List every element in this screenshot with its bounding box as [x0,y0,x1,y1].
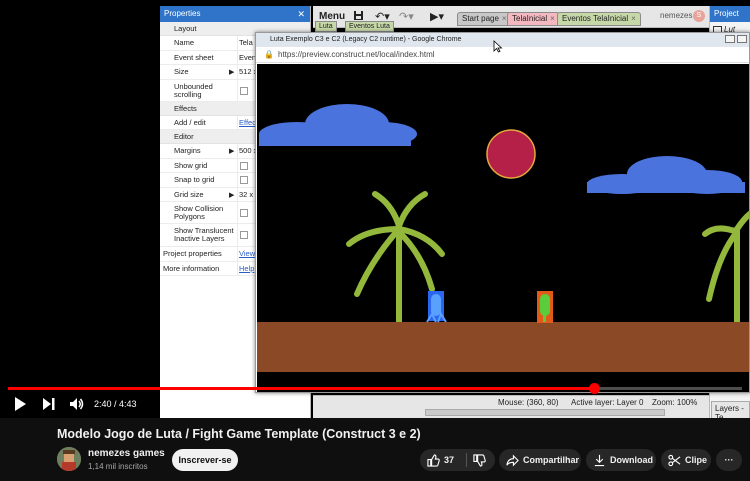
lock-icon: 🔒 [264,50,274,59]
expand-icon[interactable]: ▶ [229,191,234,199]
checkbox[interactable] [240,176,248,184]
prop-label: Size [174,67,189,76]
mouse-cursor-icon [493,40,503,53]
properties-header: Properties ✕ [160,6,310,22]
redo-icon[interactable]: ↷▾ [399,10,414,23]
close-icon[interactable]: × [631,14,636,23]
prop-label: Event sheet [174,52,214,62]
volume-button[interactable] [69,396,85,414]
video-player[interactable]: Menu ↶▾ ↷▾ ▶▾ Start page × TelaInicial × E… [0,0,750,418]
skip-next-icon [43,398,55,410]
prop-label: Show grid [174,160,208,170]
clip-button[interactable]: Clipe [661,449,711,471]
like-count: 37 [444,455,455,465]
expand-icon[interactable]: ▶ [229,68,234,76]
avatar-image [57,447,81,471]
game-scene [257,104,749,372]
time-display: 2:40 / 4:43 [94,399,137,409]
editor-statusbar: Mouse: (360, 80) Active layer: Layer 0 Z… [313,395,709,418]
horizontal-scrollbar[interactable] [425,409,665,416]
palm-tree-right [702,210,749,332]
tab-eventos-telainicial[interactable]: Eventos TelaInicial × [557,12,641,26]
project-header: Project [710,6,750,22]
next-button[interactable] [42,396,56,414]
url-text: https://preview.construct.net/local/inde… [278,50,435,59]
progress-bar[interactable] [8,383,742,394]
video-title: Modelo Jogo de Luta / Fight Game Templat… [57,427,421,441]
prop-label: Snap to grid [174,175,215,184]
expand-icon[interactable]: ▶ [229,147,234,155]
active-layer: Active layer: Layer 0 [571,398,644,407]
youtube-watch-page: Menu ↶▾ ↷▾ ▶▾ Start page × TelaInicial × E… [0,0,750,481]
tab-start-page[interactable]: Start page × [457,12,512,26]
thumbs-up-icon [427,454,440,467]
prop-label: Project properties [163,249,222,258]
tab-telainicial[interactable]: TelaInicial × [507,12,560,26]
share-label: Compartilhar [523,455,580,465]
fighter-green [537,291,553,323]
properties-title: Properties [164,9,201,18]
zoom-level: Zoom: 100% [652,398,698,407]
game-canvas[interactable] [257,64,749,392]
prop-label: Margins [174,146,201,155]
subscribe-button[interactable]: Inscrever-se [172,449,238,471]
checkbox[interactable] [240,231,248,239]
tab-label: Eventos TelaInicial [562,14,629,23]
like-button[interactable]: 37 [420,449,462,471]
download-label: Download [610,455,653,465]
scissors-icon [668,454,681,467]
dislike-button[interactable] [467,449,495,471]
chrome-preview-window[interactable]: Luta Exemplo C3 e C2 (Legacy C2 runtime)… [255,32,750,393]
progress-played [8,387,594,390]
tab-label: TelaInicial [512,14,548,23]
download-button[interactable]: Download [586,449,656,471]
close-icon[interactable]: × [502,14,507,23]
preview-play-icon[interactable]: ▶▾ [430,10,444,23]
user-avatar[interactable]: S [693,10,705,22]
thumbs-down-icon [473,454,486,467]
more-icon: ··· [724,455,734,465]
prop-label: Add / edit [174,117,206,127]
prop-label: Unbounded scrolling [174,81,213,99]
close-icon[interactable]: ✕ [297,6,305,22]
download-icon [594,454,605,467]
prop-label: Name [174,38,195,47]
subscriber-count: 1,14 mil inscritos [88,462,148,471]
cloud-left [259,104,417,146]
subtab-eventos-luta[interactable]: Eventos Luta [345,21,394,32]
channel-avatar[interactable] [57,447,81,471]
play-icon [15,397,26,411]
prop-label: Grid size [174,189,204,199]
layers-tab[interactable]: Layers - Te [711,401,750,418]
tab-label: Start page [462,14,499,23]
sun [486,129,536,179]
cloud-right [587,156,745,194]
close-icon[interactable]: × [550,14,555,23]
fighter-blue [426,291,447,323]
share-button[interactable]: Compartilhar [499,449,581,471]
ground [257,322,749,372]
maximize-icon[interactable] [737,35,747,43]
checkbox[interactable] [240,86,248,95]
subtab-luta[interactable]: Luta [315,21,337,32]
share-icon [506,454,519,467]
more-button[interactable]: ··· [716,449,742,471]
user-name: nemezes [660,11,693,20]
prop-label: Show Translucent Inactive Layers [174,226,234,243]
prop-label: Show Collision Polygons [174,204,224,221]
minimize-icon[interactable] [725,35,735,43]
checkbox[interactable] [240,209,248,217]
progress-scrubber[interactable] [588,383,600,394]
channel-name[interactable]: nemezes games [88,448,165,459]
clip-label: Clipe [685,455,708,465]
play-button[interactable] [13,396,27,414]
prop-label: More information [163,263,220,273]
checkbox[interactable] [240,161,248,170]
mouse-coords: Mouse: (360, 80) [498,398,559,407]
like-dislike-group: 37 [420,449,495,471]
volume-icon [70,398,84,410]
window-title: Luta Exemplo C3 e C2 (Legacy C2 runtime)… [270,36,462,43]
